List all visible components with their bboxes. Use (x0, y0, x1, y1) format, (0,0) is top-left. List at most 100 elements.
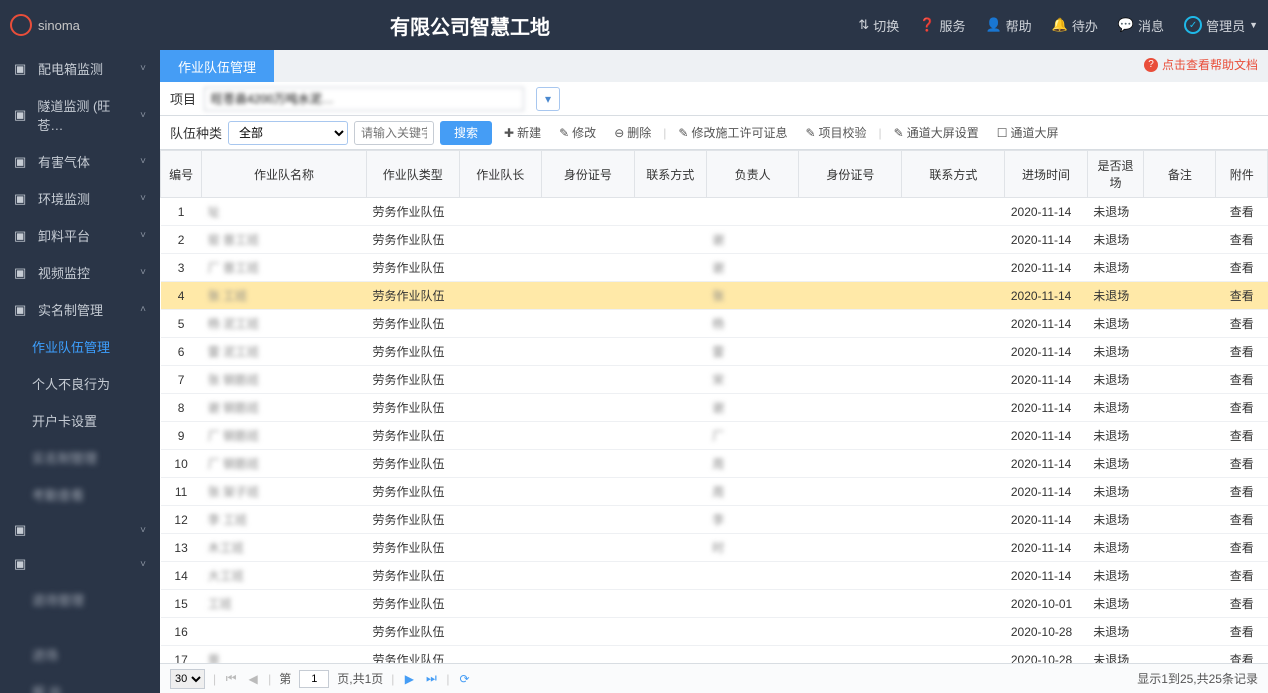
th-contact1: 联系方式 (634, 151, 706, 198)
view-link[interactable]: 查看 (1230, 289, 1254, 303)
delete-button[interactable]: ⊖删除 (608, 124, 657, 141)
cell: 张 (706, 282, 799, 310)
table-row[interactable]: 3厂 普工班劳务作业队伍谢2020-11-14未退场查看 (161, 254, 1268, 282)
screen-set-button[interactable]: ✎通道大屏设置 (888, 124, 985, 141)
view-link[interactable]: 查看 (1230, 569, 1254, 583)
view-link[interactable]: 查看 (1230, 373, 1254, 387)
sidebar-item[interactable]: ▣实名制管理˄ (0, 291, 160, 328)
table-row[interactable]: 6雷 泥工班劳务作业队伍雷2020-11-14未退场查看 (161, 338, 1268, 366)
table-row[interactable]: 1址劳务作业队伍2020-11-14未退场查看 (161, 198, 1268, 226)
cell-attach: 查看 (1216, 394, 1268, 422)
table-row[interactable]: 14 大工班劳务作业队伍2020-11-14未退场查看 (161, 562, 1268, 590)
table-row[interactable]: 4张 工班劳务作业队伍张2020-11-14未退场查看 (161, 282, 1268, 310)
table-row[interactable]: 16劳务作业队伍2020-10-28未退场查看 (161, 618, 1268, 646)
cell: 宋 (706, 366, 799, 394)
help-button[interactable]: 👤帮助 (985, 16, 1031, 35)
sidebar-item[interactable]: ▣卸料平台˅ (0, 217, 160, 254)
view-link[interactable]: 查看 (1230, 317, 1254, 331)
last-page-button[interactable]: ⏭ (424, 671, 438, 686)
view-link[interactable]: 查看 (1230, 597, 1254, 611)
table-row[interactable]: 7张 钢筋班劳务作业队伍宋2020-11-14未退场查看 (161, 366, 1268, 394)
cell: 8 (161, 394, 202, 422)
table-row[interactable]: 10厂 钢筋班劳务作业队伍周2020-11-14未退场查看 (161, 450, 1268, 478)
view-link[interactable]: 查看 (1230, 233, 1254, 247)
pencil-icon: ✎ (805, 126, 815, 140)
cell (799, 478, 902, 506)
prev-page-button[interactable]: ◀ (246, 672, 260, 686)
edit-button[interactable]: ✎修改 (553, 124, 602, 141)
help-doc-link[interactable]: ? 点击查看帮助文档 (1144, 56, 1258, 73)
screen-button[interactable]: ☐通道大屏 (991, 124, 1065, 141)
page-input[interactable] (299, 670, 329, 688)
sidebar-item[interactable]: ▣有害气体˅ (0, 143, 160, 180)
cell: 窑 普工班 (202, 226, 367, 254)
cell: 劳务作业队伍 (366, 394, 459, 422)
table-row[interactable]: 12李 工班劳务作业队伍李2020-11-14未退场查看 (161, 506, 1268, 534)
tab-active[interactable]: 作业队伍管理 (160, 50, 274, 82)
sidebar-item-label: 作业队伍管理 (32, 337, 110, 356)
view-link[interactable]: 查看 (1230, 653, 1254, 663)
cell: 劳务作业队伍 (366, 198, 459, 226)
view-link[interactable]: 查看 (1230, 345, 1254, 359)
sidebar-item[interactable]: 作业队伍管理 (0, 328, 160, 365)
table-row[interactable]: 11张 架子班劳务作业队伍周2020-11-14未退场查看 (161, 478, 1268, 506)
page-size-select[interactable]: 30 (170, 669, 205, 689)
sidebar-item[interactable]: 考勤查看 (0, 476, 160, 513)
type-select[interactable]: 全部 (228, 121, 348, 145)
sidebar-item[interactable]: ▣配电箱监测˅ (0, 50, 160, 87)
message-button[interactable]: 💬消息 (1118, 16, 1164, 35)
sidebar-item[interactable]: ▣隧道监测 (旺苍…˅ (0, 87, 160, 143)
switch-button[interactable]: ⇅切换 (858, 16, 899, 35)
view-link[interactable]: 查看 (1230, 513, 1254, 527)
cell (634, 478, 706, 506)
sidebar-item[interactable]: ▣环境监测˅ (0, 180, 160, 217)
cell (634, 310, 706, 338)
view-link[interactable]: 查看 (1230, 429, 1254, 443)
project-dropdown-button[interactable]: ▾ (536, 87, 560, 111)
table-row[interactable]: 5杨 泥工班劳务作业队伍杨2020-11-14未退场查看 (161, 310, 1268, 338)
sidebar-item[interactable]: ▣˅ (0, 513, 160, 547)
admin-menu[interactable]: ✓ 管理员 ▼ (1184, 16, 1258, 35)
next-page-button[interactable]: ▶ (402, 672, 416, 686)
sidebar-item[interactable]: 开户卡设置 (0, 402, 160, 439)
view-link[interactable]: 查看 (1230, 541, 1254, 555)
first-page-button[interactable]: ⏮ (224, 671, 238, 686)
sidebar-item[interactable]: ▣视频监控˅ (0, 254, 160, 291)
table-row[interactable]: 8谢 钢筋班劳务作业队伍谢2020-11-14未退场查看 (161, 394, 1268, 422)
cell (541, 506, 634, 534)
search-button[interactable]: 搜索 (440, 121, 492, 145)
project-input[interactable] (204, 87, 524, 111)
sidebar-item[interactable]: 实名制管理 (0, 439, 160, 476)
cell-attach: 查看 (1216, 450, 1268, 478)
refresh-button[interactable]: ⟳ (458, 672, 472, 686)
view-link[interactable]: 查看 (1230, 401, 1254, 415)
sidebar-item[interactable]: 退场管理 (0, 581, 160, 618)
view-link[interactable]: 查看 (1230, 261, 1254, 275)
chevron-down-icon: ˅ (140, 230, 146, 241)
table-row[interactable]: 17普劳务作业队伍2020-10-28未退场查看 (161, 646, 1268, 664)
service-button[interactable]: ❓服务 (919, 16, 965, 35)
search-input[interactable] (354, 121, 434, 145)
verify-button[interactable]: ✎项目校验 (799, 124, 872, 141)
new-button[interactable]: ✚新建 (498, 124, 547, 141)
view-link[interactable]: 查看 (1230, 485, 1254, 499)
cell: 李 工班 (202, 506, 367, 534)
sidebar-item-label: 隧道监测 (旺苍… (37, 96, 132, 134)
table-row[interactable]: 9厂 钢筋班劳务作业队伍厂2020-11-14未退场查看 (161, 422, 1268, 450)
table-wrap[interactable]: 编号 作业队名称 作业队类型 作业队长 身份证号 联系方式 负责人 身份证号 联… (160, 150, 1268, 663)
view-link[interactable]: 查看 (1230, 205, 1254, 219)
view-link[interactable]: 查看 (1230, 625, 1254, 639)
sidebar-item[interactable]: 进场 (0, 636, 160, 673)
chevron-down-icon: ▼ (1249, 20, 1258, 30)
table-row[interactable]: 15 工班劳务作业队伍2020-10-01未退场查看 (161, 590, 1268, 618)
sidebar-item[interactable]: 报 出 (0, 673, 160, 693)
table-row[interactable]: 2窑 普工班劳务作业队伍谢2020-11-14未退场查看 (161, 226, 1268, 254)
table-row[interactable]: 13 木工班劳务作业队伍时2020-11-14未退场查看 (161, 534, 1268, 562)
sidebar-item[interactable] (0, 618, 160, 636)
sidebar-item[interactable]: 个人不良行为 (0, 365, 160, 402)
todo-button[interactable]: 🔔待办 (1052, 16, 1098, 35)
sidebar-item[interactable]: ▣˅ (0, 547, 160, 581)
th-attach: 附件 (1216, 151, 1268, 198)
view-link[interactable]: 查看 (1230, 457, 1254, 471)
permit-button[interactable]: ✎修改施工许可证息 (672, 124, 793, 141)
